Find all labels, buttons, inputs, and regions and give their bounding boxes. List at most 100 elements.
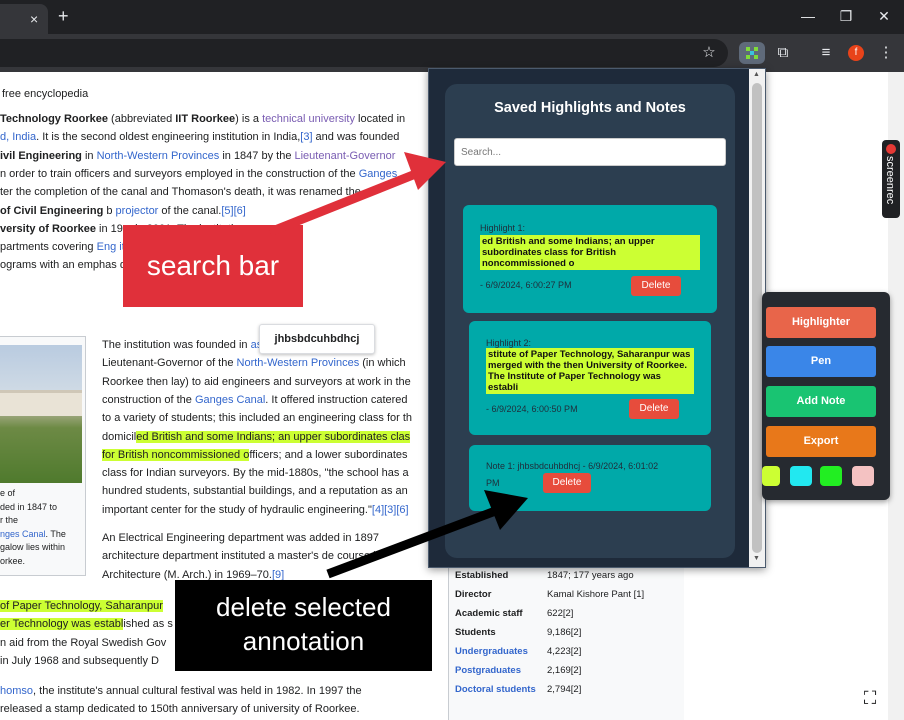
wiki-link[interactable]: [5][6]: [221, 205, 245, 217]
text-line: architecture department instituted a mas…: [102, 547, 382, 565]
text-line: construction of the Ganges Canal. It off…: [102, 391, 408, 409]
highlighted-text: er Technology was establ: [0, 618, 124, 631]
wiki-link[interactable]: technical university: [262, 113, 355, 125]
infobox-row: Postgraduates 2,169[2]: [455, 665, 683, 683]
infobox-value: 4,223[2]: [547, 646, 582, 657]
delete-button[interactable]: Delete: [629, 399, 679, 419]
text-span: in: [81, 149, 97, 162]
infobox-row: Doctoral students 2,794[2]: [455, 684, 683, 702]
new-tab-button[interactable]: +: [58, 6, 69, 26]
text-span: IIT Roorkee: [175, 113, 236, 125]
delete-button[interactable]: Delete: [543, 473, 591, 493]
profile-avatar[interactable]: f: [848, 45, 864, 61]
highlight-text: ed British and some Indians; an upper su…: [480, 235, 700, 270]
color-swatch-pink[interactable]: [852, 466, 874, 486]
text-span: versity of Roorkee: [0, 222, 96, 235]
infobox-row: Established 1847; 177 years ago: [455, 570, 683, 588]
campus-photo[interactable]: [0, 345, 82, 483]
infobox-key: Established: [455, 570, 509, 581]
text-line: An Electrical Engineering department was…: [102, 529, 379, 547]
bookmark-star-icon[interactable]: ☆: [698, 42, 720, 64]
add-note-button[interactable]: Add Note: [766, 386, 876, 417]
text-line: ivil Engineering in North-Western Provin…: [0, 147, 395, 165]
highlight-card[interactable]: Highlight 1: ed British and some Indians…: [463, 205, 717, 313]
text-span: Roorkee then lay) to aid engineers and s…: [102, 375, 411, 388]
wiki-link[interactable]: Ganges Canal: [195, 394, 265, 406]
fullscreen-icon[interactable]: ⛶: [856, 684, 884, 712]
media-controls-icon[interactable]: ≡: [815, 42, 837, 64]
scroll-thumb[interactable]: [752, 83, 762, 553]
text-span: domicil: [102, 430, 137, 443]
minimize-button[interactable]: —: [796, 6, 820, 26]
highlight-card[interactable]: Highlight 2: stitute of Paper Technology…: [469, 321, 711, 435]
wiki-link[interactable]: North-Western Provinces: [237, 357, 360, 369]
tab-close-icon[interactable]: ×: [30, 10, 38, 28]
restore-button[interactable]: ❐: [834, 6, 858, 26]
page-tagline: free encyclopedia: [2, 88, 89, 100]
note-card[interactable]: Note 1: jhbsbdcuhbdhcj - 6/9/2024, 6:01:…: [469, 445, 711, 511]
screenrec-tab[interactable]: screenrec: [882, 140, 900, 218]
text-line: Lieutenant-Governor of the North-Western…: [102, 354, 406, 372]
text-line: domiciled British and some Indians; an u…: [102, 428, 411, 446]
annotation-line: delete selected: [216, 592, 391, 622]
text-line: Roorkee then lay) to aid engineers and s…: [102, 373, 411, 391]
export-button[interactable]: Export: [766, 426, 876, 457]
text-span: (in which: [359, 357, 406, 370]
text-span: ished as s: [123, 618, 173, 631]
text-span: in July 1968 and subsequently D: [0, 654, 159, 667]
highlighter-button[interactable]: Highlighter: [766, 307, 876, 338]
address-bar[interactable]: [0, 39, 728, 67]
infobox-key[interactable]: Postgraduates: [455, 665, 545, 677]
infobox-value: 9,186[2]: [547, 627, 582, 638]
active-tab[interactable]: ×: [0, 4, 48, 34]
text-line: er Technology was established as s: [0, 615, 173, 633]
infobox-value: 2,794[2]: [547, 684, 582, 695]
highlighter-extension-icon[interactable]: [739, 42, 765, 64]
text-span: ograms with an emphas: [0, 259, 117, 272]
text-line: of Paper Technology, Saharanpur: [0, 597, 163, 615]
browser-menu-icon[interactable]: ⋮: [875, 42, 897, 64]
wiki-link[interactable]: North-Western Provinces: [97, 150, 220, 162]
scroll-up-icon[interactable]: ▲: [753, 71, 760, 78]
wiki-link[interactable]: homso: [0, 685, 33, 697]
search-bar-annotation: search bar: [123, 225, 303, 307]
wiki-link[interactable]: Ganges: [359, 168, 398, 180]
text-span: course in: [337, 550, 382, 563]
color-swatch-green[interactable]: [820, 466, 842, 486]
infobox-value: 1847; 177 years ago: [547, 570, 634, 581]
color-swatch-yellow[interactable]: [762, 466, 780, 486]
wiki-link[interactable]: projector: [116, 205, 159, 217]
infobox-row: Students 9,186[2]: [455, 627, 683, 645]
wiki-link[interactable]: nges Canal: [0, 529, 46, 539]
text-span: class for Indian surveyors. By the mid-1…: [102, 467, 409, 480]
wiki-link[interactable]: [9]: [272, 569, 284, 581]
caption-line: r the: [0, 515, 19, 525]
text-span: in 1847 by the: [219, 149, 295, 162]
note-tooltip: jhbsbdcuhbdhcj: [259, 324, 375, 354]
infobox-key[interactable]: Undergraduates: [455, 646, 545, 658]
wiki-link[interactable]: Lieutenant-Governor: [295, 150, 396, 162]
infobox: Established 1847; 177 years ago Director Ka…: [448, 567, 684, 720]
tab-strip: × + — ❐ ✕: [0, 0, 904, 34]
scroll-down-icon[interactable]: ▼: [753, 555, 760, 562]
text-span: Architecture (M. Arch.) in 1969–70.: [102, 568, 272, 581]
infobox-key[interactable]: Doctoral students: [455, 684, 545, 696]
extensions-puzzle-icon[interactable]: ⧉: [772, 42, 794, 64]
extension-popup: Saved Highlights and Notes Highlight 1: …: [428, 68, 766, 568]
text-span: n aid from the Royal Swedish Gov: [0, 636, 167, 649]
card-timestamp: PM: [486, 478, 500, 488]
color-swatch-cyan[interactable]: [790, 466, 812, 486]
note-text: Note 1: jhbsbdcuhbdhcj - 6/9/2024, 6:01:…: [486, 461, 659, 471]
pen-button[interactable]: Pen: [766, 346, 876, 377]
wiki-link[interactable]: Eng: [97, 241, 117, 253]
text-span: An Electrical Engineering department was…: [102, 532, 380, 544]
wiki-link[interactable]: d, India: [0, 131, 36, 143]
search-input[interactable]: [454, 138, 726, 166]
infobox-row: Director Kamal Kishore Pant [1]: [455, 589, 683, 607]
infobox-value: 2,169[2]: [547, 665, 582, 676]
delete-button[interactable]: Delete: [631, 276, 681, 296]
wiki-link[interactable]: [4][3][6]: [372, 504, 409, 516]
text-span: The institution was founded in: [102, 339, 251, 351]
close-window-button[interactable]: ✕: [872, 6, 896, 26]
wiki-link[interactable]: [3]: [300, 131, 312, 143]
